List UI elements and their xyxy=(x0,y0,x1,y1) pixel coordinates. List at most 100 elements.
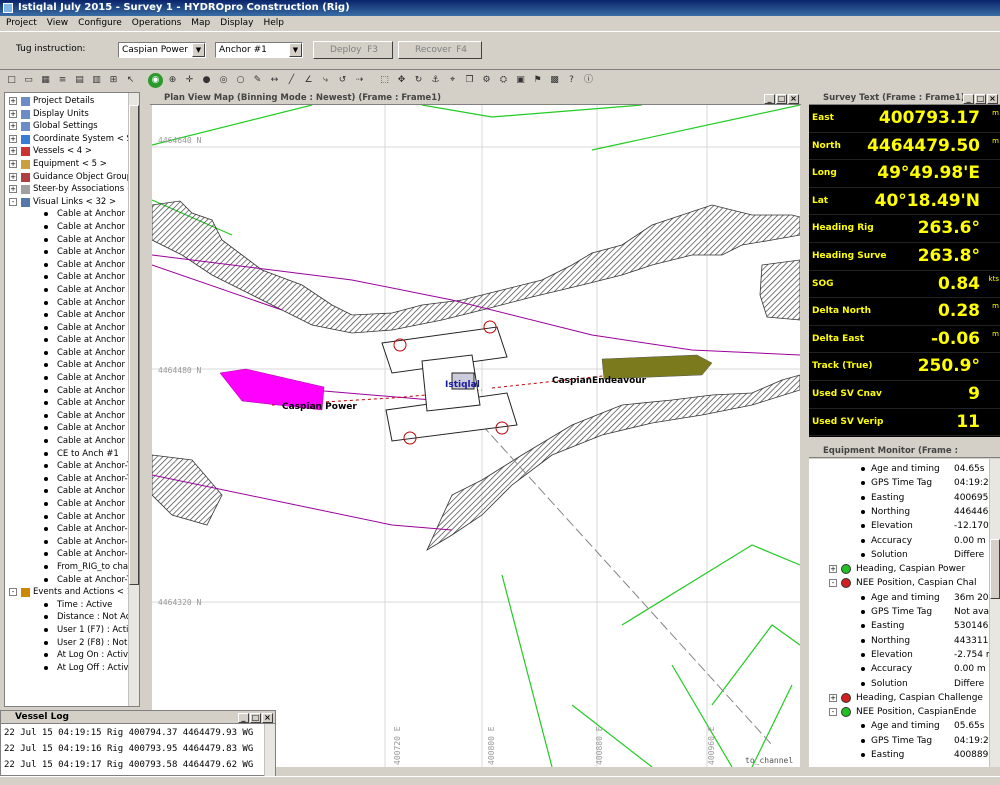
expand-icon[interactable]: + xyxy=(9,109,17,118)
tree-leaf-item[interactable]: Cable at Anchor #4 xyxy=(7,259,139,272)
tree-leaf-item[interactable]: Distance : Not Acti xyxy=(7,611,136,624)
expand-icon[interactable]: + xyxy=(829,693,837,702)
minimize-icon[interactable]: _ xyxy=(963,94,974,104)
expand-icon[interactable]: + xyxy=(9,122,17,131)
expand-icon[interactable]: + xyxy=(9,185,17,194)
tree-leaf-item[interactable]: Cable at Anchor-St xyxy=(7,523,136,536)
close-icon[interactable]: × xyxy=(262,713,273,723)
collapse-icon[interactable]: - xyxy=(9,197,17,206)
collapse-icon[interactable]: - xyxy=(829,708,837,717)
tree-node[interactable]: + Guidance Object Group xyxy=(7,171,132,184)
deploy-button[interactable]: Deploy F3 xyxy=(313,41,393,59)
vessel-log-scrollbar[interactable] xyxy=(264,724,275,776)
tree-leaf-item[interactable]: Cable at Anchor #7 xyxy=(7,347,139,360)
tree-node[interactable]: - Visual Links < 32 > xyxy=(7,196,129,209)
tree-leaf-item[interactable]: CE to Anch #1 xyxy=(7,448,129,461)
expand-icon[interactable]: + xyxy=(829,565,837,574)
map-canvas[interactable]: Caspian Power Istiqlal CaspianEndeavour … xyxy=(152,105,800,767)
settings-icon[interactable]: ⛭ xyxy=(496,73,511,88)
tree-leaf-item[interactable]: Cable at Anchor #6 xyxy=(7,435,139,448)
close-icon[interactable]: × xyxy=(987,94,998,104)
tree-leaf-item[interactable]: Cable at Anchor #5 xyxy=(7,309,139,322)
tree-leaf-item[interactable]: Cable at Anchor #7 xyxy=(7,334,139,347)
close-icon[interactable]: × xyxy=(788,94,799,104)
reset-icon[interactable]: ↺ xyxy=(335,73,350,88)
tree-leaf-item[interactable]: Cable at Anchor #5 xyxy=(7,322,139,335)
equipment-group[interactable]: - NEE Position, Caspian Chal xyxy=(809,576,989,590)
target-icon[interactable]: ◎ xyxy=(216,73,231,88)
tree-node[interactable]: + Steer-by Associations < xyxy=(7,183,134,196)
recover-button[interactable]: Recover F4 xyxy=(398,41,482,59)
tree-node[interactable]: + Vessels < 4 > xyxy=(7,145,129,158)
ruler-icon[interactable]: ⊞ xyxy=(106,73,121,88)
pin-icon[interactable]: ⌖ xyxy=(445,73,460,88)
open-icon[interactable]: ▭ xyxy=(21,73,36,88)
tree-leaf-item[interactable]: At Log On : Active xyxy=(7,649,133,662)
menu-item-view[interactable]: View xyxy=(41,16,72,31)
tree-leaf-item[interactable]: Cable at Anchor #3 xyxy=(7,297,139,310)
collapse-icon[interactable]: - xyxy=(9,588,17,597)
expand-icon[interactable]: + xyxy=(9,159,17,168)
move-icon[interactable]: ✥ xyxy=(394,73,409,88)
tree-leaf-item[interactable]: User 2 (F8) : Not A xyxy=(7,637,136,650)
restore-icon[interactable]: □ xyxy=(776,94,787,104)
tree-leaf-item[interactable]: Cable at Anchor #2 xyxy=(7,385,139,398)
chevron-down-icon[interactable]: ▼ xyxy=(192,43,205,57)
restore-icon[interactable]: □ xyxy=(250,713,261,723)
tree-leaf-item[interactable]: Cable at Anchor #8 xyxy=(7,485,139,498)
rotate-icon[interactable]: ↻ xyxy=(411,73,426,88)
collapse-icon[interactable]: - xyxy=(829,579,837,588)
plan-view-map[interactable]: Caspian Power Istiqlal CaspianEndeavour … xyxy=(152,105,800,767)
tree-leaf-item[interactable]: Cable at Anchor #2 xyxy=(7,410,139,423)
table-icon[interactable]: ▦ xyxy=(38,73,53,88)
tree-node[interactable]: + Project Details xyxy=(7,95,129,108)
anchor-select[interactable]: Anchor #1 ▼ xyxy=(215,42,303,58)
minimize-icon[interactable]: _ xyxy=(238,713,249,723)
tree-node[interactable]: + Global Settings xyxy=(7,120,129,133)
menu-item-operations[interactable]: Operations xyxy=(126,16,185,31)
tree-leaf-item[interactable]: Cable at Anchor #8 xyxy=(7,372,139,385)
circle-icon[interactable]: ○ xyxy=(233,73,248,88)
tree-leaf-item[interactable]: Cable at Anchor #1 xyxy=(7,221,139,234)
vessel-select[interactable]: Caspian Power ▼ xyxy=(118,42,206,58)
chart2-icon[interactable]: ▩ xyxy=(547,73,562,88)
menu-item-project[interactable]: Project xyxy=(0,16,41,31)
tree-leaf-item[interactable]: Cable at Anchor #8 xyxy=(7,359,139,372)
expand-icon[interactable]: + xyxy=(9,147,17,156)
cursor-icon[interactable]: ↖ xyxy=(123,73,138,88)
route-icon[interactable]: ⇢ xyxy=(352,73,367,88)
tree-leaf-item[interactable]: Cable at Anchor #3 xyxy=(7,284,139,297)
tree-leaf-item[interactable]: Cable at Anchor-Te xyxy=(7,473,136,486)
layers-icon[interactable]: ❐ xyxy=(462,73,477,88)
tree-leaf-item[interactable]: Cable at Anchor #4 xyxy=(7,271,139,284)
zoom-icon[interactable]: ⊕ xyxy=(165,73,180,88)
tree-leaf-item[interactable]: From_RIG_to chan xyxy=(7,561,133,574)
expand-icon[interactable]: + xyxy=(9,97,17,105)
tree-leaf-item[interactable]: Cable at Anchor #1 xyxy=(7,208,139,221)
profile-icon[interactable]: ▣ xyxy=(513,73,528,88)
chart-icon[interactable]: ▥ xyxy=(89,73,104,88)
tree-scrollbar-thumb[interactable] xyxy=(129,105,139,585)
tree-node[interactable]: - Events and Actions < 1 xyxy=(7,586,132,599)
expand-icon[interactable]: + xyxy=(9,172,17,181)
tree-leaf-item[interactable]: Cable at Anchor #5 xyxy=(7,511,139,524)
new-icon[interactable]: □ xyxy=(4,73,19,88)
path-icon[interactable]: ⤷ xyxy=(318,73,333,88)
tree-leaf-item[interactable]: Cable at Anchor #4 xyxy=(7,498,139,511)
equipment-scrollbar[interactable] xyxy=(989,459,1000,767)
grid-icon[interactable]: ▤ xyxy=(72,73,87,88)
tree-node[interactable]: + Display Units xyxy=(7,108,129,121)
list-icon[interactable]: ≡ xyxy=(55,73,70,88)
tree-leaf-item[interactable]: Cable at Anchor-Te xyxy=(7,460,136,473)
equipment-group[interactable]: - NEE Position, CaspianEnde xyxy=(809,705,989,719)
equipment-group[interactable]: + Heading, Caspian Challenge xyxy=(809,691,989,705)
tree-leaf-item[interactable]: Cable at Anchor #2 xyxy=(7,397,139,410)
tree-leaf-item[interactable]: Time : Active xyxy=(7,599,129,612)
menu-item-display[interactable]: Display xyxy=(214,16,257,31)
tree-leaf-item[interactable]: Cable at Anchor #4 xyxy=(7,246,139,259)
expand-icon[interactable]: + xyxy=(9,134,17,143)
tree-leaf-item[interactable]: Cable at Anchor-St xyxy=(7,536,136,549)
flag-icon[interactable]: ⚑ xyxy=(530,73,545,88)
tree-scrollbar[interactable] xyxy=(128,93,139,706)
tree-leaf-item[interactable]: Cable at Anchor #6 xyxy=(7,422,139,435)
